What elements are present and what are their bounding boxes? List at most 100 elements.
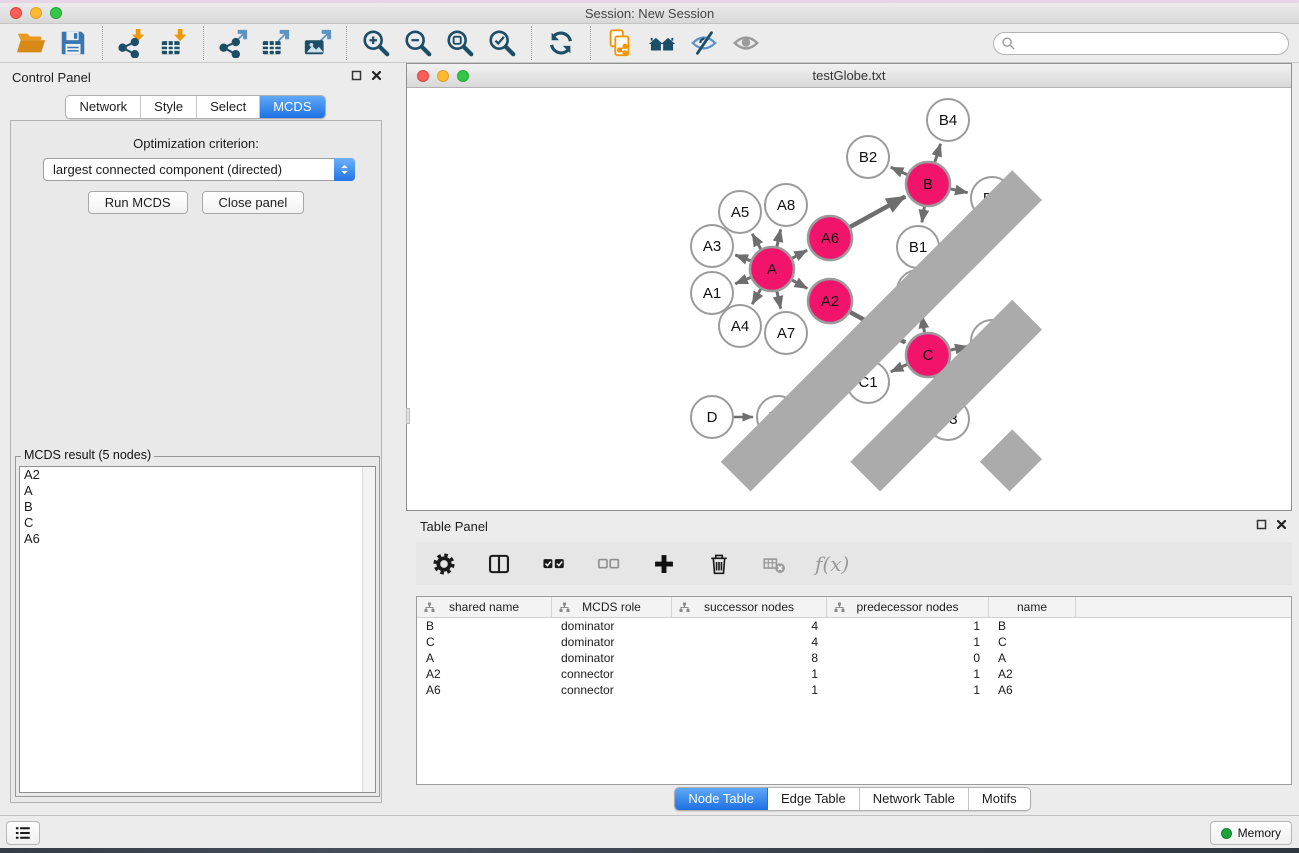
toolbar-separator bbox=[590, 26, 591, 60]
table-settings-button[interactable] bbox=[430, 550, 458, 578]
tab-motifs[interactable]: Motifs bbox=[969, 788, 1030, 810]
table-row[interactable]: A2connector11A2 bbox=[417, 666, 1291, 682]
tab-select[interactable]: Select bbox=[197, 96, 260, 118]
table-cell: A6 bbox=[989, 682, 1076, 698]
resize-grip-icon[interactable] bbox=[407, 88, 1291, 509]
show-columns-button[interactable] bbox=[485, 550, 513, 578]
column-header-MCDS-role[interactable]: MCDS role bbox=[552, 597, 672, 617]
table-cell: C bbox=[417, 634, 552, 650]
import-network-button[interactable] bbox=[116, 27, 148, 59]
import-table-button[interactable] bbox=[158, 27, 190, 59]
tab-network[interactable]: Network bbox=[66, 96, 141, 118]
control-panel-title: Control Panel bbox=[12, 70, 91, 85]
table-cell: A bbox=[989, 650, 1076, 666]
splitter-handle[interactable] bbox=[406, 408, 410, 424]
network-window-titlebar[interactable]: testGlobe.txt bbox=[407, 64, 1291, 88]
tab-edge-table[interactable]: Edge Table bbox=[768, 788, 860, 810]
select-all-button[interactable] bbox=[540, 550, 568, 578]
delete-table-icon bbox=[761, 551, 787, 577]
mcds-result-item[interactable]: A bbox=[20, 483, 375, 499]
memory-button[interactable]: Memory bbox=[1210, 821, 1292, 845]
run-mcds-button[interactable]: Run MCDS bbox=[88, 191, 188, 214]
close-panel-icon[interactable] bbox=[1276, 519, 1287, 530]
mcds-result-groupbox: MCDS result (5 nodes) A2ABCA6 bbox=[15, 456, 380, 797]
float-panel-icon[interactable] bbox=[1256, 519, 1267, 530]
export-table-button[interactable] bbox=[259, 27, 291, 59]
first-neighbors-button[interactable] bbox=[646, 27, 678, 59]
table-cell: connector bbox=[552, 666, 672, 682]
zoom-selected-icon bbox=[487, 28, 517, 58]
tab-network-table[interactable]: Network Table bbox=[860, 788, 969, 810]
zoom-selected-button[interactable] bbox=[486, 27, 518, 59]
add-column-button[interactable] bbox=[650, 550, 678, 578]
column-header-successor-nodes[interactable]: successor nodes bbox=[672, 597, 827, 617]
zoom-out-button[interactable] bbox=[402, 27, 434, 59]
tab-style[interactable]: Style bbox=[141, 96, 197, 118]
column-header-shared-name[interactable]: shared name bbox=[417, 597, 552, 617]
mcds-list-scrollbar[interactable] bbox=[362, 467, 375, 792]
hide-selected-button[interactable] bbox=[688, 27, 720, 59]
save-floppy-icon bbox=[58, 28, 88, 58]
table-cell: 1 bbox=[672, 682, 827, 698]
export-image-button[interactable] bbox=[301, 27, 333, 59]
zoom-in-button[interactable] bbox=[360, 27, 392, 59]
deselect-all-button[interactable] bbox=[595, 550, 623, 578]
table-row[interactable]: A6connector11A6 bbox=[417, 682, 1291, 698]
tab-mcds[interactable]: MCDS bbox=[260, 96, 324, 118]
function-builder-button[interactable]: f(x) bbox=[815, 550, 849, 578]
export-network-button[interactable] bbox=[217, 27, 249, 59]
select-all-checkboxes-icon bbox=[541, 551, 567, 577]
table-row[interactable]: Bdominator41B bbox=[417, 618, 1291, 634]
network-canvas[interactable]: B4B2BB3A8A5A6A3B1AC2A1A2A4A7C4CC1C3DD1 bbox=[407, 88, 1291, 509]
open-session-button[interactable] bbox=[15, 27, 47, 59]
criterion-select[interactable]: largest connected component (directed) bbox=[43, 158, 355, 181]
table-cell: dominator bbox=[552, 618, 672, 634]
mcds-result-item[interactable]: A2 bbox=[20, 467, 375, 483]
table-cell: A2 bbox=[417, 666, 552, 682]
search-input[interactable] bbox=[1016, 34, 1288, 53]
table-cell: 1 bbox=[672, 666, 827, 682]
close-panel-icon[interactable] bbox=[371, 70, 382, 81]
refresh-layout-button[interactable] bbox=[545, 27, 577, 59]
optimization-criterion-label: Optimization criterion: bbox=[11, 136, 381, 151]
column-header-name[interactable]: name bbox=[989, 597, 1076, 617]
show-all-button[interactable] bbox=[730, 27, 762, 59]
mcds-panel: Optimization criterion: largest connecte… bbox=[10, 120, 382, 803]
mcds-result-item[interactable]: C bbox=[20, 515, 375, 531]
trash-icon bbox=[706, 551, 732, 577]
save-session-button[interactable] bbox=[57, 27, 89, 59]
delete-column-button[interactable] bbox=[705, 550, 733, 578]
tree-icon bbox=[834, 602, 845, 613]
toolbar-separator bbox=[203, 26, 204, 60]
duplicate-network-button[interactable] bbox=[604, 27, 636, 59]
select-stepper-icon bbox=[334, 158, 355, 181]
eye-slash-icon bbox=[689, 28, 719, 58]
toolbar-separator bbox=[346, 26, 347, 60]
mcds-result-item[interactable]: B bbox=[20, 499, 375, 515]
table-row[interactable]: Adominator80A bbox=[417, 650, 1291, 666]
table-cell: 1 bbox=[827, 682, 989, 698]
plus-icon bbox=[651, 551, 677, 577]
table-cell: A bbox=[417, 650, 552, 666]
close-panel-button[interactable]: Close panel bbox=[202, 191, 305, 214]
control-panel-tabs: NetworkStyleSelectMCDS bbox=[0, 95, 391, 119]
tab-node-table[interactable]: Node Table bbox=[675, 788, 768, 810]
zoom-fit-button[interactable] bbox=[444, 27, 476, 59]
delete-table-button[interactable] bbox=[760, 550, 788, 578]
table-toolbar: f(x) bbox=[416, 542, 1292, 585]
float-panel-icon[interactable] bbox=[351, 70, 362, 81]
table-cell: connector bbox=[552, 682, 672, 698]
table-cell: 1 bbox=[827, 634, 989, 650]
task-history-button[interactable] bbox=[6, 821, 40, 845]
network-window-title: testGlobe.txt bbox=[407, 64, 1291, 88]
network-view-window: testGlobe.txt B4B2BB3A8A5A6A3B1AC2A1A2A4… bbox=[406, 63, 1292, 511]
column-header-predecessor-nodes[interactable]: predecessor nodes bbox=[827, 597, 989, 617]
eye-icon bbox=[731, 28, 761, 58]
import-network-icon bbox=[117, 28, 147, 58]
tree-icon bbox=[679, 602, 690, 613]
tree-icon bbox=[559, 602, 570, 613]
table-row[interactable]: Cdominator41C bbox=[417, 634, 1291, 650]
mcds-result-item[interactable]: A6 bbox=[20, 531, 375, 547]
search-field[interactable] bbox=[993, 32, 1289, 55]
table-cell: 8 bbox=[672, 650, 827, 666]
